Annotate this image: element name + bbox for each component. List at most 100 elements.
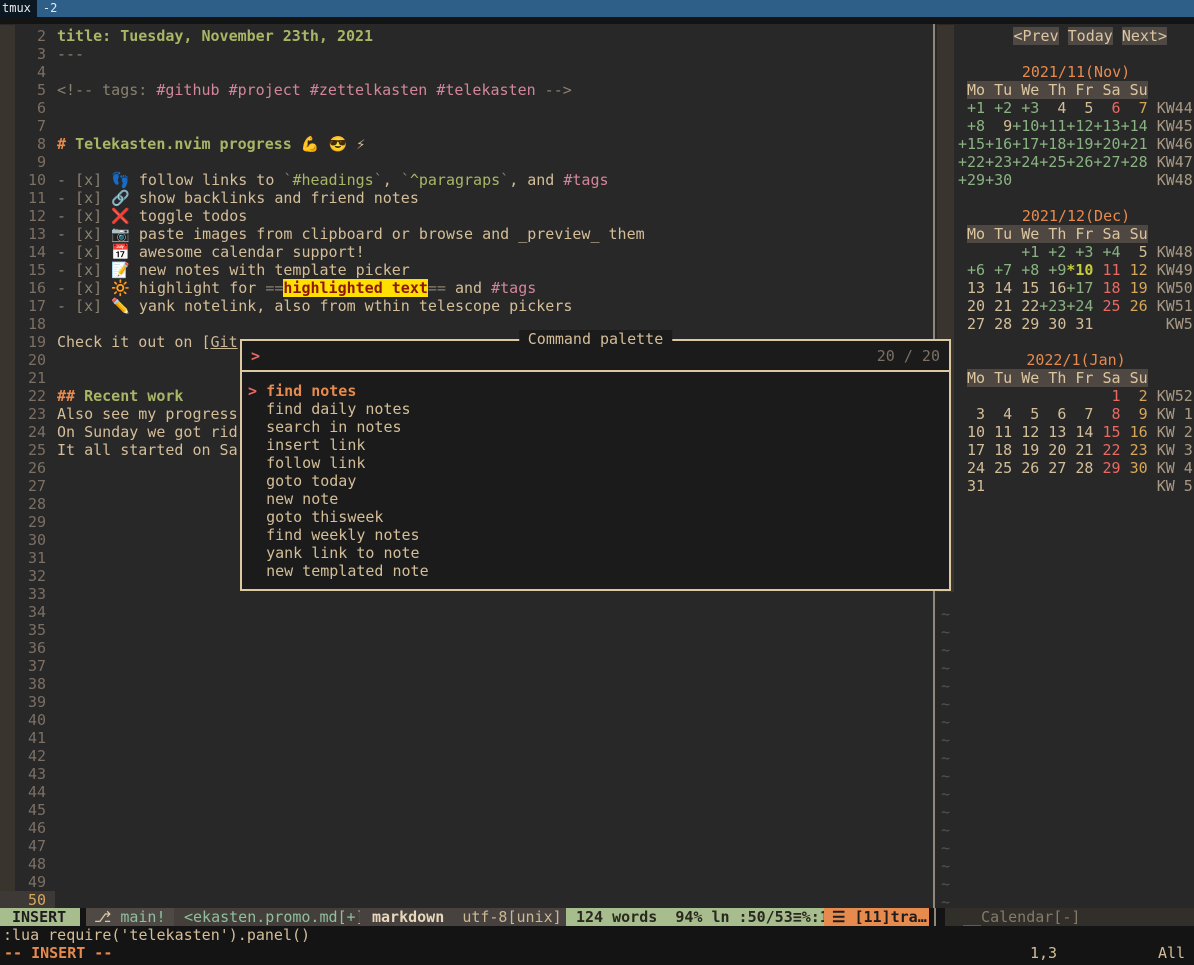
day-cell[interactable]: 21 [985, 297, 1012, 315]
day-cell[interactable]: 4 [1039, 99, 1066, 117]
git-branch-segment[interactable]: ⎇ main! [86, 908, 174, 926]
filename-segment[interactable]: <ekasten.promo.md[+] [174, 908, 360, 926]
day-cell[interactable]: +17 [1012, 135, 1039, 153]
day-cell[interactable]: 11 [985, 423, 1012, 441]
day-cell[interactable]: +24 [1012, 153, 1039, 171]
day-cell[interactable]: +15 [958, 135, 985, 153]
palette-item[interactable]: search in notes [248, 418, 949, 436]
day-cell[interactable]: 14 [1066, 423, 1093, 441]
day-cell[interactable]: 19 [1012, 441, 1039, 459]
day-cell[interactable]: +24 [1066, 297, 1093, 315]
day-cell[interactable]: *10 [1066, 261, 1093, 279]
day-cell[interactable]: 7 [1066, 405, 1093, 423]
day-cell[interactable]: 27 [958, 315, 985, 333]
day-cell[interactable]: +9 [1039, 261, 1066, 279]
buffer-tab-segment[interactable]: ☰ [11]tra… [824, 908, 929, 926]
day-cell[interactable]: 18 [1093, 279, 1120, 297]
palette-item[interactable]: goto thisweek [248, 508, 949, 526]
day-cell[interactable]: +13 [1093, 117, 1120, 135]
day-cell[interactable]: 9 [985, 117, 1012, 135]
day-cell[interactable]: 21 [1066, 441, 1093, 459]
day-cell[interactable]: +22 [958, 153, 985, 171]
day-cell[interactable]: 6 [1093, 99, 1120, 117]
day-cell[interactable]: +10 [1012, 117, 1039, 135]
day-cell[interactable]: 27 [1039, 459, 1066, 477]
day-cell[interactable]: 22 [1093, 441, 1120, 459]
day-cell[interactable]: 18 [985, 441, 1012, 459]
day-cell[interactable]: 2 [1121, 387, 1148, 405]
day-cell[interactable]: +1 [1012, 243, 1039, 261]
day-cell[interactable]: 11 [1093, 261, 1120, 279]
day-cell[interactable]: 15 [1012, 279, 1039, 297]
day-cell[interactable]: 5 [1121, 243, 1148, 261]
day-cell[interactable]: +8 [1012, 261, 1039, 279]
palette-item[interactable]: follow link [248, 454, 949, 472]
day-cell[interactable]: 28 [985, 315, 1012, 333]
palette-item[interactable]: new note [248, 490, 949, 508]
day-cell[interactable]: +17 [1066, 279, 1093, 297]
day-cell[interactable]: +30 [985, 171, 1012, 189]
day-cell[interactable]: 13 [958, 279, 985, 297]
day-cell[interactable]: 31 [1066, 315, 1093, 333]
day-cell[interactable]: +8 [958, 117, 985, 135]
day-cell[interactable]: 30 [1039, 315, 1066, 333]
day-cell[interactable]: +3 [1066, 243, 1093, 261]
day-cell[interactable]: 9 [1121, 405, 1148, 423]
nav-prev-button[interactable]: <Prev [1013, 27, 1058, 45]
day-cell[interactable]: 17 [958, 441, 985, 459]
day-cell[interactable]: +28 [1121, 153, 1148, 171]
day-cell[interactable]: +3 [1012, 99, 1039, 117]
day-cell[interactable]: +2 [985, 99, 1012, 117]
day-cell[interactable]: 26 [1012, 459, 1039, 477]
day-cell[interactable]: 12 [1012, 423, 1039, 441]
day-cell[interactable]: +25 [1039, 153, 1066, 171]
day-cell[interactable]: +4 [1093, 243, 1120, 261]
day-cell[interactable]: +7 [985, 261, 1012, 279]
palette-item[interactable]: find daily notes [248, 400, 949, 418]
day-cell[interactable]: 31 [958, 477, 985, 495]
calendar-pane[interactable]: <Prev Today Next>2021/11(Nov) Mo Tu We T… [935, 24, 1194, 908]
day-cell[interactable]: 1 [1093, 387, 1120, 405]
day-cell[interactable]: 20 [1039, 441, 1066, 459]
day-cell[interactable]: 25 [985, 459, 1012, 477]
day-cell[interactable]: 30 [1121, 459, 1148, 477]
day-cell[interactable]: 8 [1093, 405, 1120, 423]
nav-next-button[interactable]: Next> [1122, 27, 1167, 45]
day-cell[interactable]: 5 [1066, 99, 1093, 117]
day-cell[interactable]: 28 [1066, 459, 1093, 477]
day-cell[interactable]: +18 [1039, 135, 1066, 153]
day-cell[interactable]: +20 [1093, 135, 1120, 153]
palette-item[interactable]: > find notes [248, 382, 949, 400]
palette-item[interactable]: insert link [248, 436, 949, 454]
day-cell[interactable]: 24 [958, 459, 985, 477]
palette-item[interactable]: new templated note [248, 562, 949, 580]
day-cell[interactable]: 19 [1121, 279, 1148, 297]
day-cell[interactable]: +23 [985, 153, 1012, 171]
day-cell[interactable]: +1 [958, 99, 985, 117]
palette-item[interactable]: find weekly notes [248, 526, 949, 544]
day-cell[interactable]: 20 [958, 297, 985, 315]
day-cell[interactable]: 22 [1012, 297, 1039, 315]
day-cell[interactable]: +21 [1121, 135, 1148, 153]
inline-link[interactable]: Git [211, 333, 238, 351]
day-cell[interactable]: 3 [958, 405, 985, 423]
day-cell[interactable]: 6 [1039, 405, 1066, 423]
command-line[interactable]: :lua require('telekasten').panel() [0, 926, 1194, 944]
day-cell[interactable]: +29 [958, 171, 985, 189]
day-cell[interactable]: 25 [1093, 297, 1120, 315]
day-cell[interactable]: 23 [1121, 441, 1148, 459]
day-cell[interactable]: +19 [1066, 135, 1093, 153]
day-cell[interactable]: 7 [1121, 99, 1148, 117]
nav-today-button[interactable]: Today [1068, 27, 1113, 45]
day-cell[interactable]: 29 [1093, 459, 1120, 477]
day-cell[interactable]: +2 [1039, 243, 1066, 261]
day-cell[interactable]: 26 [1121, 297, 1148, 315]
day-cell[interactable]: 16 [1121, 423, 1148, 441]
palette-item[interactable]: yank link to note [248, 544, 949, 562]
day-cell[interactable]: 15 [1093, 423, 1120, 441]
day-cell[interactable]: +12 [1066, 117, 1093, 135]
day-cell[interactable]: +26 [1066, 153, 1093, 171]
palette-item[interactable]: goto today [248, 472, 949, 490]
day-cell[interactable]: 10 [958, 423, 985, 441]
day-cell[interactable]: +11 [1039, 117, 1066, 135]
